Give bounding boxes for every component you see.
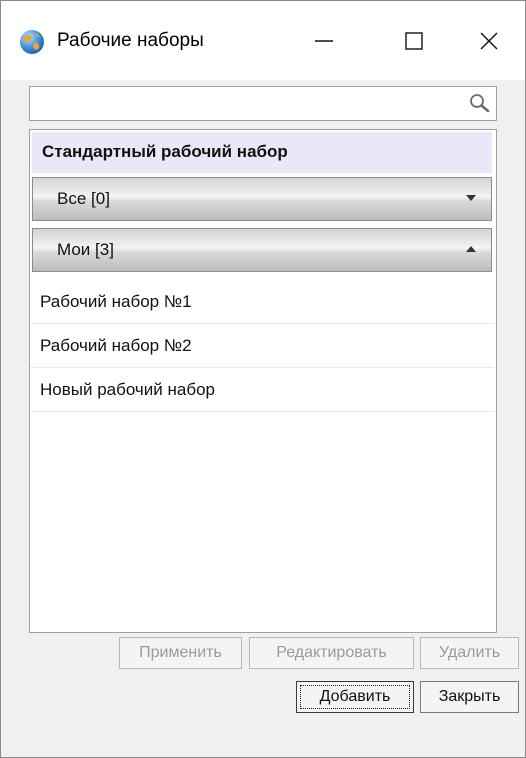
search-input[interactable]	[30, 87, 466, 118]
search-icon[interactable]	[468, 92, 490, 114]
close-window-button[interactable]	[453, 1, 525, 80]
minimize-icon	[315, 39, 333, 42]
edit-button[interactable]: Редактировать	[249, 637, 414, 669]
list-item[interactable]: Рабочий набор №2	[30, 326, 494, 368]
chevron-down-icon	[466, 195, 476, 201]
group-all[interactable]: Все [0]	[32, 177, 492, 221]
search-box	[29, 86, 497, 121]
group-all-label: Все [0]	[57, 189, 110, 208]
standard-working-set-label: Стандартный рабочий набор	[42, 142, 288, 161]
group-mine-label: Мои [3]	[57, 240, 114, 259]
list-item[interactable]: Рабочий набор №1	[30, 282, 494, 324]
maximize-button[interactable]	[378, 1, 450, 80]
working-sets-list: Стандартный рабочий набор Все [0] Мои [3…	[29, 129, 497, 633]
title-bar[interactable]: Рабочие наборы	[1, 1, 525, 80]
maximize-icon	[405, 31, 423, 50]
globe-icon	[20, 30, 44, 54]
apply-button[interactable]: Применить	[119, 637, 242, 669]
delete-button[interactable]: Удалить	[420, 637, 519, 669]
close-button[interactable]: Закрыть	[420, 681, 519, 713]
add-button-label: Добавить	[319, 688, 391, 705]
group-mine[interactable]: Мои [3]	[32, 228, 492, 272]
minimize-button[interactable]	[288, 1, 360, 80]
window-title: Рабочие наборы	[57, 30, 204, 51]
standard-working-set[interactable]: Стандартный рабочий набор	[32, 132, 492, 173]
working-sets-window: Рабочие наборы Стандартный рабочий набор…	[0, 0, 526, 758]
close-icon	[480, 32, 498, 49]
add-button[interactable]: Добавить	[296, 681, 414, 713]
list-item[interactable]: Новый рабочий набор	[30, 370, 494, 412]
chevron-up-icon	[466, 246, 476, 252]
